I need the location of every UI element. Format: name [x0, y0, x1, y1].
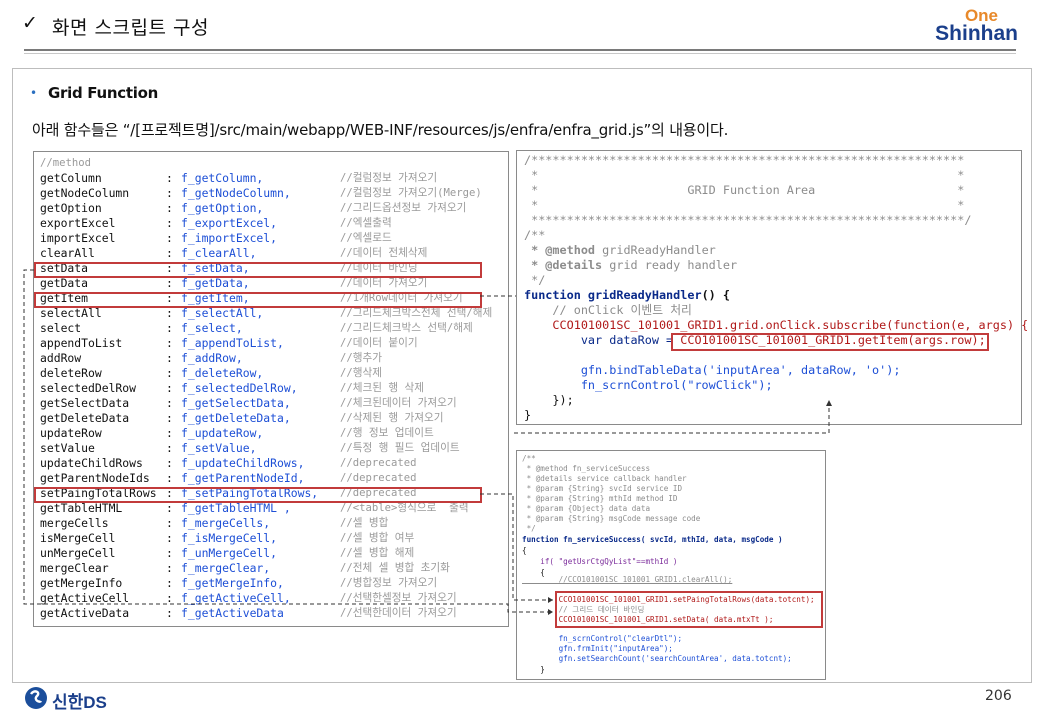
page-number: 206: [985, 688, 1012, 704]
connector-lines: [23, 269, 832, 615]
arrowhead: [548, 609, 553, 615]
arrowhead: [548, 597, 553, 603]
arrowhead: [826, 400, 832, 406]
connector-setData: [23, 269, 553, 613]
logo-text: 신한DS: [52, 693, 107, 712]
connector-panels: [514, 403, 830, 434]
shinhan-ds-logo: 신한DS: [24, 686, 124, 712]
shinhan-emblem-icon: [25, 687, 47, 709]
connector-setPaingTotalRows: [480, 493, 553, 601]
